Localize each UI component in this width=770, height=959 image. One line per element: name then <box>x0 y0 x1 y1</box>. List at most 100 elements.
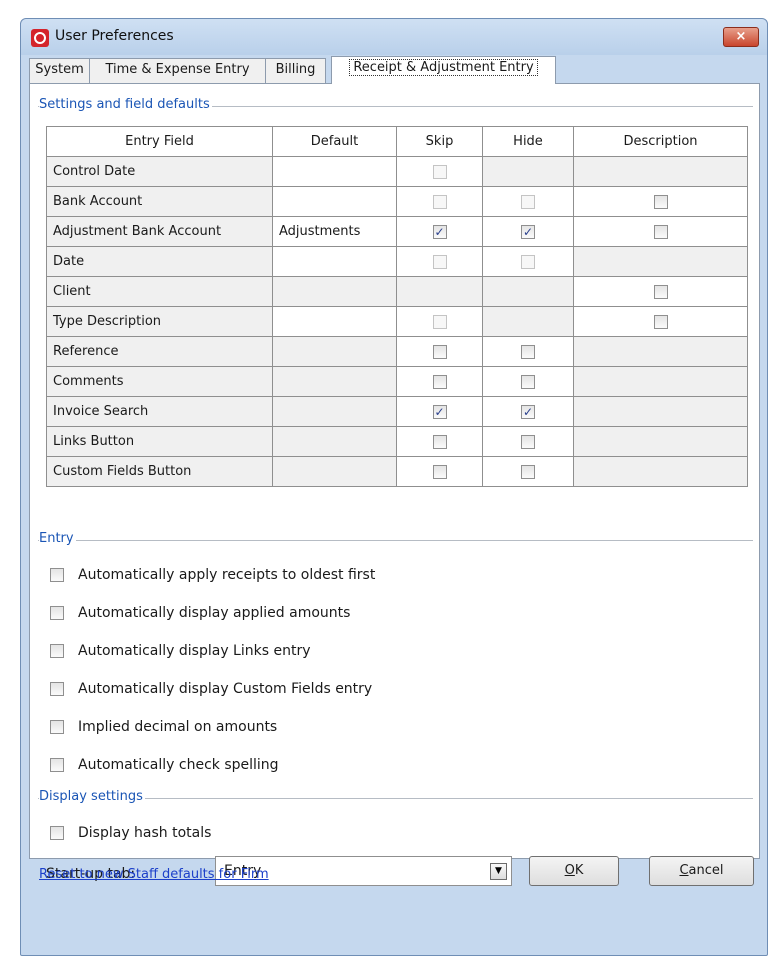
description-checkbox-adjustment-bank-account[interactable] <box>653 224 668 239</box>
description-checkbox-type-description[interactable] <box>653 314 668 329</box>
entry-field-type-description: Type Description <box>46 306 273 337</box>
entry-option-checkbox[interactable] <box>50 568 64 582</box>
entry-field-links-button: Links Button <box>46 426 273 457</box>
description-cell-links-button <box>573 426 748 457</box>
default-cell-type-description[interactable] <box>272 306 397 337</box>
description-cell-control-date <box>573 156 748 187</box>
default-cell-reference <box>272 336 397 367</box>
hide-checkbox-links-button[interactable] <box>521 434 535 449</box>
tab-time-expense-entry[interactable]: Time & Expense Entry <box>89 58 266 83</box>
skip-checkbox-links-button[interactable] <box>432 434 447 449</box>
entry-option-checkbox[interactable] <box>50 720 64 734</box>
default-cell-invoice-search <box>272 396 397 427</box>
table-row: Date <box>46 246 748 277</box>
close-button[interactable]: × <box>723 27 759 47</box>
column-header-skip: Skip <box>396 126 483 157</box>
hide-cell-client <box>482 276 574 307</box>
skip-cell-custom-fields-button <box>396 456 483 487</box>
entry-field-comments: Comments <box>46 366 273 397</box>
skip-checkbox-bank-account <box>432 194 447 209</box>
default-cell-control-date[interactable] <box>272 156 397 187</box>
table-row: Reference <box>46 336 748 367</box>
skip-cell-comments <box>396 366 483 397</box>
skip-cell-links-button <box>396 426 483 457</box>
tab-system[interactable]: System <box>29 58 90 83</box>
entry-option-label: Automatically check spelling <box>78 757 279 773</box>
hide-checkbox-comments[interactable] <box>521 374 535 389</box>
skip-cell-control-date <box>396 156 483 187</box>
default-cell-comments <box>272 366 397 397</box>
app-logo-icon <box>31 29 49 47</box>
hide-cell-bank-account <box>482 186 574 217</box>
table-row: Adjustment Bank Account Adjustments ✓ ✓ <box>46 216 748 247</box>
cancel-button[interactable]: Cancel <box>649 856 754 886</box>
description-cell-date <box>573 246 748 277</box>
entry-field-control-date: Control Date <box>46 156 273 187</box>
tab-receipt-adjustment-entry[interactable]: Receipt & Adjustment Entry <box>331 56 556 84</box>
hide-cell-links-button <box>482 426 574 457</box>
display-hash-totals-label: Display hash totals <box>78 825 212 841</box>
hide-cell-control-date <box>482 156 574 187</box>
table-row: Custom Fields Button <box>46 456 748 487</box>
entry-option-checkbox[interactable] <box>50 644 64 658</box>
skip-cell-client <box>396 276 483 307</box>
display-divider <box>38 798 753 799</box>
window-title: User Preferences <box>55 28 174 44</box>
entry-field-custom-fields-button: Custom Fields Button <box>46 456 273 487</box>
description-cell-adjustment-bank-account <box>573 216 748 247</box>
entry-option-label: Implied decimal on amounts <box>78 719 278 735</box>
skip-checkbox-invoice-search[interactable]: ✓ <box>432 404 447 419</box>
reset-defaults-link[interactable]: Reset to new Staff defaults for Firm <box>39 867 269 882</box>
entry-option-label: Automatically display applied amounts <box>78 605 351 621</box>
column-header-description: Description <box>573 126 748 157</box>
hide-checkbox-custom-fields-button[interactable] <box>521 464 535 479</box>
skip-checkbox-comments[interactable] <box>432 374 447 389</box>
skip-cell-invoice-search: ✓ <box>396 396 483 427</box>
skip-checkbox-custom-fields-button[interactable] <box>432 464 447 479</box>
table-row: Control Date <box>46 156 748 187</box>
description-checkbox-bank-account[interactable] <box>653 194 668 209</box>
skip-cell-date <box>396 246 483 277</box>
tab-panel: Settings and field defaults Entry Field … <box>29 83 760 886</box>
tab-billing[interactable]: Billing <box>265 58 326 83</box>
hide-cell-adjustment-bank-account: ✓ <box>482 216 574 247</box>
entry-option-label: Automatically apply receipts to oldest f… <box>78 567 376 583</box>
description-checkbox-client[interactable] <box>653 284 668 299</box>
skip-checkbox-reference[interactable] <box>432 344 447 359</box>
table-row: Invoice Search ✓ ✓ <box>46 396 748 427</box>
skip-checkbox-adjustment-bank-account[interactable]: ✓ <box>432 224 447 239</box>
entry-option-checkbox[interactable] <box>50 758 64 772</box>
entry-option-checkbox[interactable] <box>50 606 64 620</box>
hide-checkbox-reference[interactable] <box>521 344 535 359</box>
description-cell-invoice-search <box>573 396 748 427</box>
entry-option-label: Automatically display Custom Fields entr… <box>78 681 373 697</box>
entry-field-adjustment-bank-account: Adjustment Bank Account <box>46 216 273 247</box>
skip-cell-bank-account <box>396 186 483 217</box>
skip-cell-adjustment-bank-account: ✓ <box>396 216 483 247</box>
table-row: Comments <box>46 366 748 397</box>
entry-field-invoice-search: Invoice Search <box>46 396 273 427</box>
settings-grid: Entry Field Default Skip Hide Descriptio… <box>46 126 748 487</box>
ok-button[interactable]: OK <box>529 856 619 886</box>
hide-checkbox-adjustment-bank-account[interactable]: ✓ <box>521 224 535 239</box>
dropdown-arrow-icon[interactable]: ▼ <box>490 863 507 880</box>
entry-field-bank-account: Bank Account <box>46 186 273 217</box>
default-cell-adjustment-bank-account[interactable]: Adjustments <box>272 216 397 247</box>
hide-cell-invoice-search: ✓ <box>482 396 574 427</box>
table-row: Client <box>46 276 748 307</box>
description-cell-comments <box>573 366 748 397</box>
hide-cell-comments <box>482 366 574 397</box>
skip-cell-type-description <box>396 306 483 337</box>
default-cell-date[interactable] <box>272 246 397 277</box>
skip-cell-reference <box>396 336 483 367</box>
hide-checkbox-invoice-search[interactable]: ✓ <box>521 404 535 419</box>
default-cell-bank-account[interactable] <box>272 186 397 217</box>
user-preferences-dialog: User Preferences × System Time & Expense… <box>20 18 768 956</box>
entry-field-client: Client <box>46 276 273 307</box>
table-row: Links Button <box>46 426 748 457</box>
default-cell-client <box>272 276 397 307</box>
description-cell-reference <box>573 336 748 367</box>
title-bar: User Preferences × <box>21 19 767 55</box>
entry-option-checkbox[interactable] <box>50 682 64 696</box>
display-hash-totals-checkbox[interactable] <box>50 826 64 840</box>
